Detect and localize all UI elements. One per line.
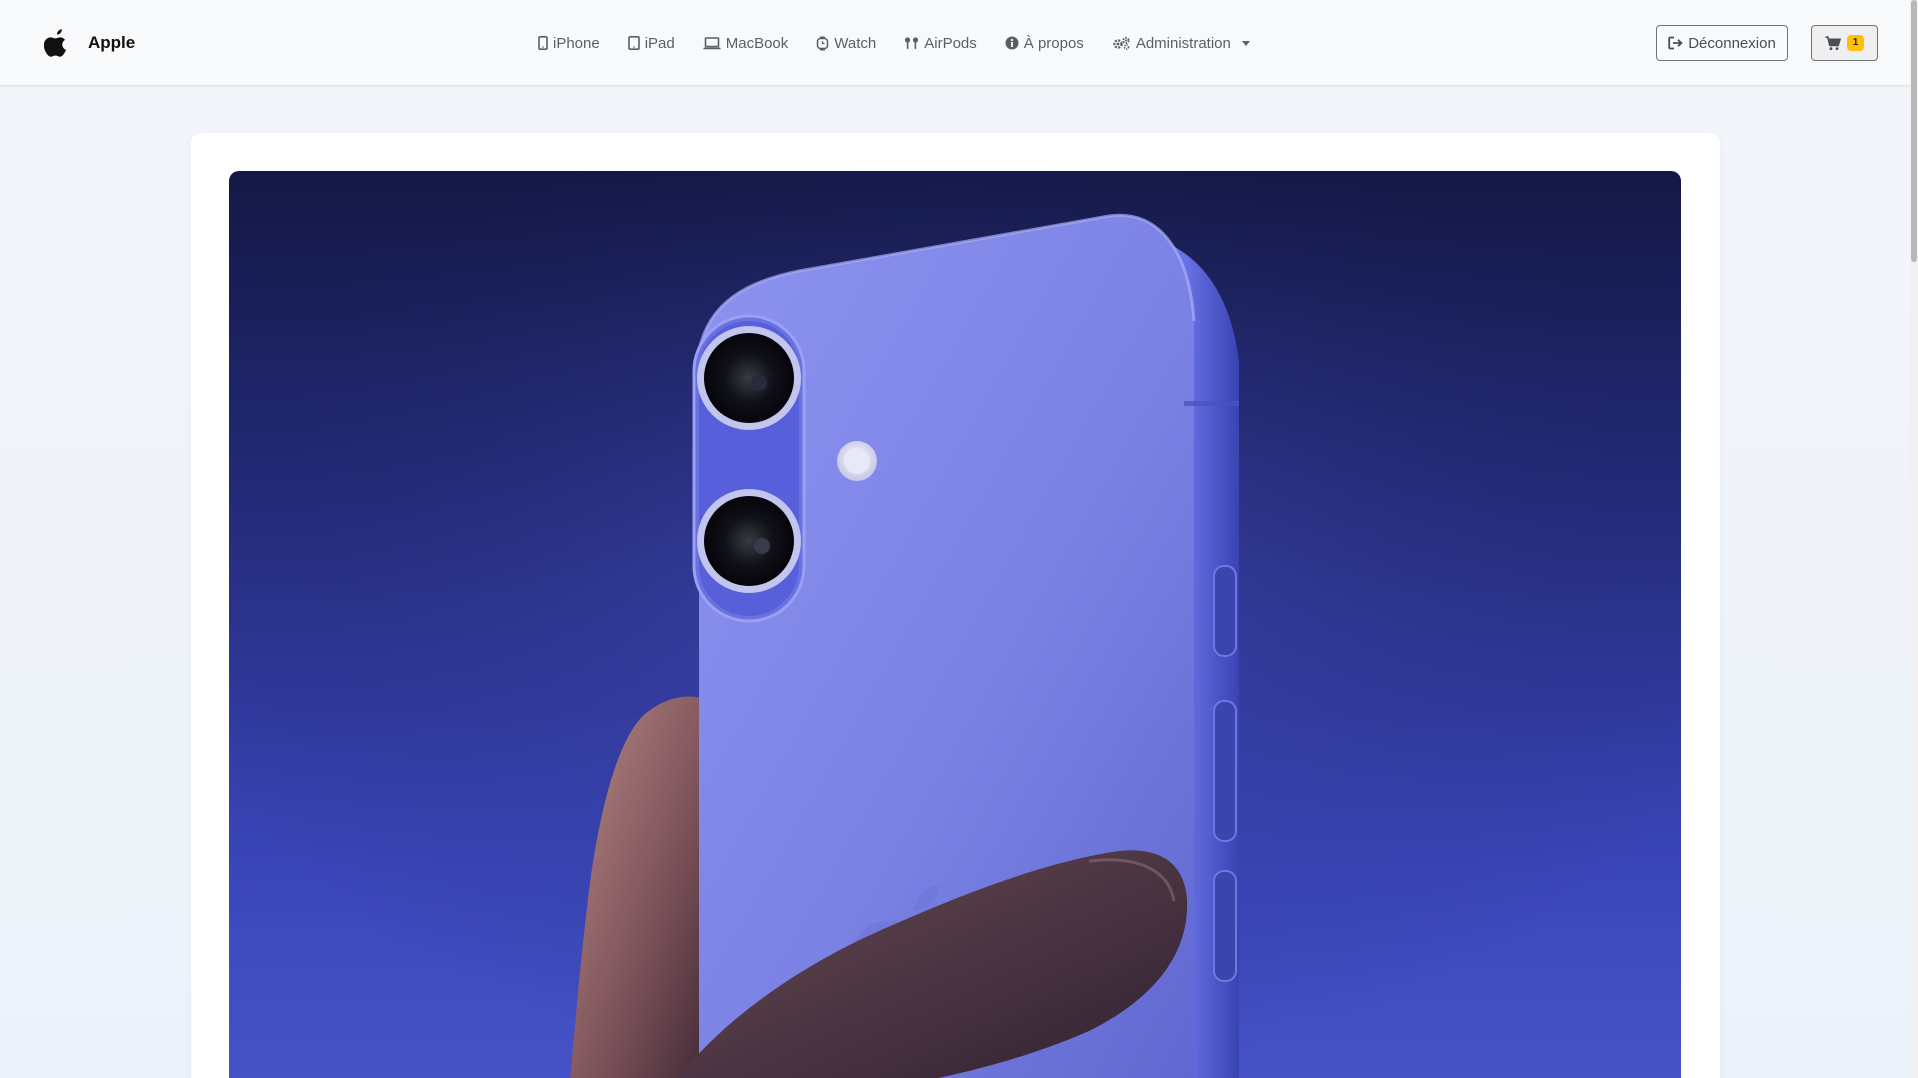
scrollbar-thumb[interactable] [1911, 0, 1917, 262]
sign-out-icon [1668, 36, 1683, 50]
gears-icon [1113, 36, 1130, 50]
laptop-icon [703, 36, 721, 49]
nav-item-iphone[interactable]: iPhone [538, 35, 600, 52]
nav-item-about[interactable]: À propos [1005, 35, 1084, 52]
nav-item-label: Watch [834, 34, 877, 52]
apple-logo-icon [44, 29, 67, 57]
info-icon [1005, 36, 1019, 50]
nav-item-label: À propos [1023, 34, 1084, 52]
top-navbar: Apple iPhone iPad MacBook Watch AirPods … [0, 0, 1910, 86]
clock-icon [817, 36, 829, 50]
nav-item-label: AirPods [924, 34, 977, 52]
nav-item-label: iPhone [553, 34, 600, 52]
page-scrollbar[interactable] [1910, 0, 1918, 1078]
cart-count-badge: 1 [1846, 35, 1865, 51]
content-card [191, 133, 1720, 1078]
nav-item-airpods[interactable]: AirPods [904, 35, 977, 52]
brand-link[interactable]: Apple [44, 0, 135, 86]
nav-item-administration[interactable]: Administration [1112, 35, 1250, 52]
chevron-down-icon [1241, 40, 1250, 46]
nav-item-label: Administration [1135, 34, 1231, 52]
main-nav: iPhone iPad MacBook Watch AirPods À prop… [538, 0, 1278, 86]
nav-item-label: iPad [644, 34, 675, 52]
earbuds-icon [905, 37, 919, 49]
hero-image [229, 171, 1681, 1078]
iphone-product-image [229, 171, 1681, 1078]
shopping-cart-icon [1825, 35, 1841, 50]
logout-label: Déconnexion [1688, 34, 1776, 52]
nav-item-watch[interactable]: Watch [816, 35, 876, 52]
nav-item-macbook[interactable]: MacBook [703, 34, 789, 52]
tablet-icon [627, 36, 640, 50]
nav-item-label: MacBook [725, 34, 789, 52]
cart-button[interactable]: 1 [1811, 25, 1878, 61]
mobile-icon [538, 36, 548, 50]
nav-item-ipad[interactable]: iPad [627, 34, 675, 52]
logout-button[interactable]: Déconnexion [1656, 25, 1788, 61]
brand-name: Apple [88, 33, 136, 52]
